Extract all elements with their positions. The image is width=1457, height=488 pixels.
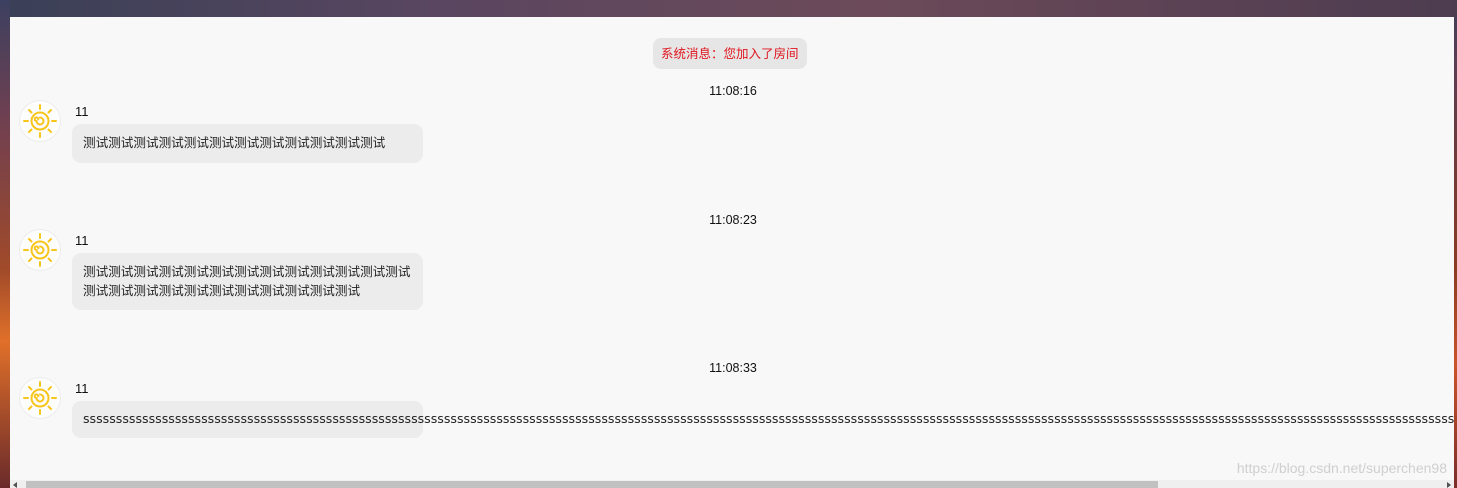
desktop-wallpaper-left xyxy=(0,0,10,488)
message-username: 11 xyxy=(75,104,89,119)
message-timestamp: 11:08:33 xyxy=(709,361,757,375)
message-text-overflow: ssssssssssssssssssssssssssssssssssssssss… xyxy=(83,411,1454,426)
avatar[interactable] xyxy=(20,101,60,141)
system-message: 系统消息：您加入了房间 xyxy=(653,38,807,69)
message-bubble: 测试测试测试测试测试测试测试测试测试测试测试测试 xyxy=(72,124,423,163)
avatar[interactable] xyxy=(20,378,60,418)
scrollbar-thumb[interactable] xyxy=(26,481,1158,488)
message-timestamp: 11:08:23 xyxy=(709,213,757,227)
avatar[interactable] xyxy=(20,230,60,270)
scroll-left-arrow-icon[interactable] xyxy=(13,482,17,488)
scroll-right-arrow-icon[interactable] xyxy=(1447,482,1451,488)
message-username: 11 xyxy=(75,381,89,396)
desktop-wallpaper-top xyxy=(0,0,1457,17)
horizontal-scrollbar[interactable] xyxy=(10,480,1454,488)
message-timestamp: 11:08:16 xyxy=(709,84,757,98)
message-bubble: ssssssssssssssssssssssssssssssssssssssss… xyxy=(72,401,1454,438)
chat-window: 系统消息：您加入了房间 11:08:16 11 测试测试测试测试测试测试测试测试… xyxy=(10,17,1454,488)
message-bubble: 测试测试测试测试测试测试测试测试测试测试测试测试测试测试测试测试测试测试测试测试… xyxy=(72,253,423,310)
watermark: https://blog.csdn.net/superchen98 xyxy=(1236,460,1447,476)
message-username: 11 xyxy=(75,233,89,248)
sun-icon xyxy=(23,104,57,138)
sun-icon xyxy=(23,381,57,415)
sun-icon xyxy=(23,233,57,267)
